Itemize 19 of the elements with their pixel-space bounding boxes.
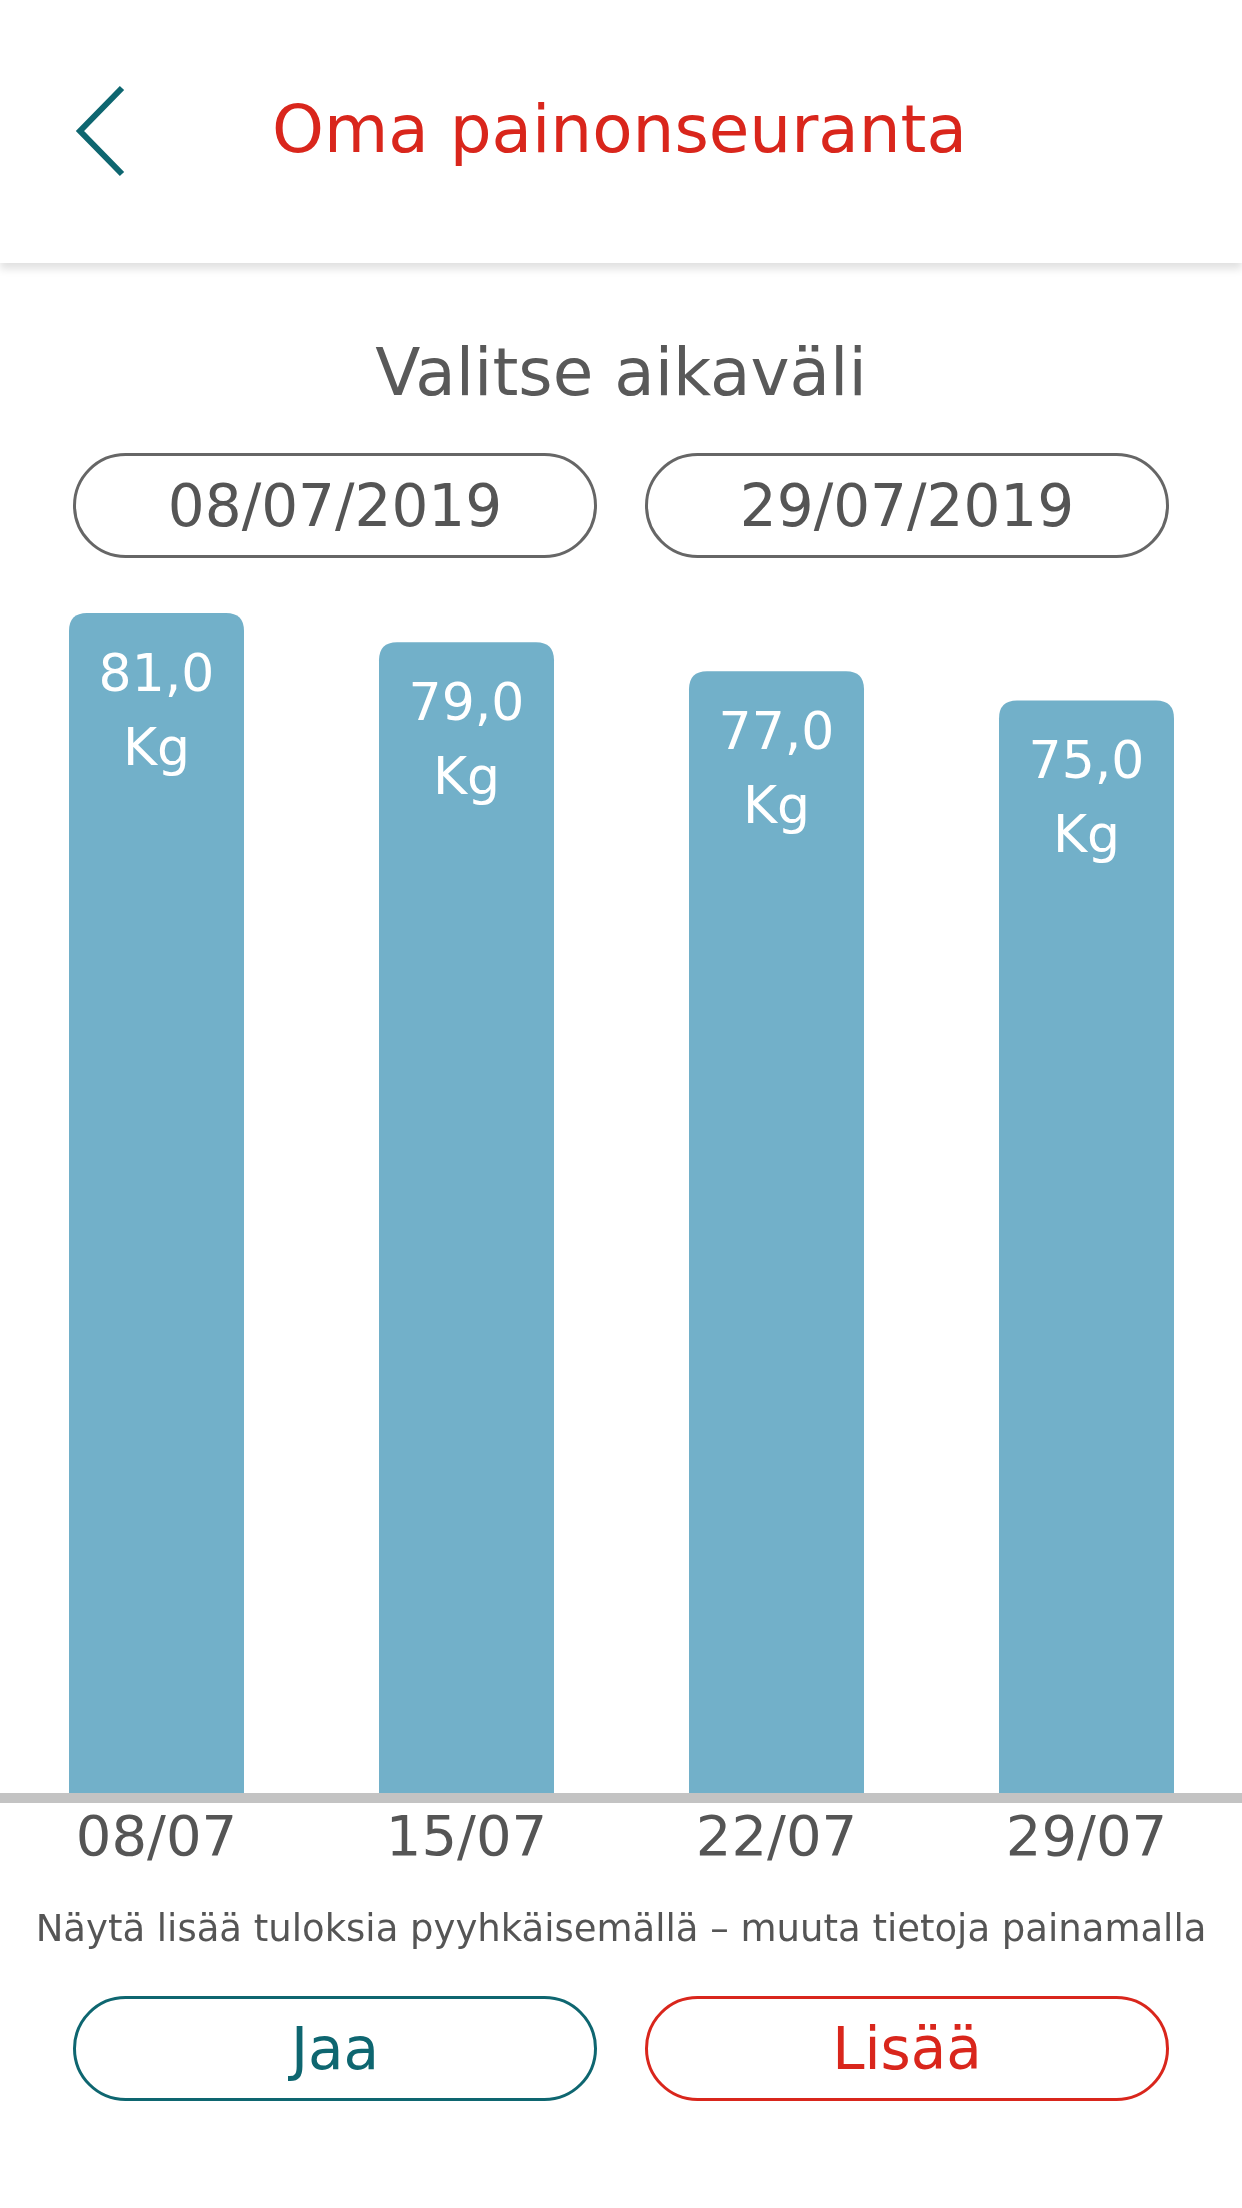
weight-bar[interactable] (379, 642, 554, 1793)
screen-title: Oma painonseuranta (272, 91, 967, 168)
section-title: Valitse aikaväli (374, 333, 868, 413)
weight-bar[interactable] (69, 613, 244, 1793)
bar-value-label: 75,0 Kg (1028, 730, 1145, 865)
end-date-field[interactable]: 29/07/2019 (645, 453, 1169, 558)
weight-bar[interactable] (689, 671, 864, 1793)
hint-text: Näytä lisää tuloksia pyyhkäisemällä – muuta tietoja painamalla (34, 1907, 1208, 1950)
bar-value-label: 79,0 Kg (408, 672, 525, 807)
start-date-field[interactable]: 08/07/2019 (73, 453, 597, 558)
x-axis-label: 08/07 (75, 1803, 238, 1868)
share-button[interactable]: Jaa (73, 1996, 597, 2101)
x-axis-label: 15/07 (385, 1803, 548, 1868)
x-axis-label: 29/07 (1005, 1803, 1168, 1868)
bar-value-label: 81,0 Kg (98, 643, 215, 777)
x-axis-label: 22/07 (695, 1803, 858, 1868)
add-button[interactable]: Lisää (645, 1996, 1169, 2101)
weight-bar[interactable] (999, 700, 1174, 1793)
bar-value-label: 77,0 Kg (718, 701, 835, 836)
